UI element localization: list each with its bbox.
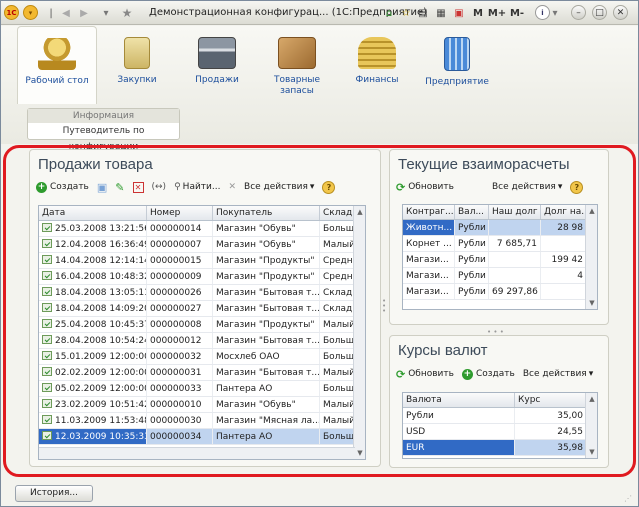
section-label: Рабочий стол — [25, 76, 89, 86]
shopping-bag-icon — [124, 37, 150, 69]
info-icon[interactable]: i — [535, 5, 550, 20]
back-arrow-icon[interactable]: ◀ — [59, 5, 73, 21]
memory-button-m-plus[interactable]: M+ — [488, 5, 506, 21]
dropdown-arrow-icon[interactable]: ▾ — [99, 5, 113, 21]
coins-icon — [358, 37, 396, 69]
minimize-button[interactable]: – — [571, 5, 586, 20]
building-icon — [444, 37, 470, 71]
box-icon — [278, 37, 316, 69]
section-desktop[interactable]: Рабочий стол — [17, 26, 97, 104]
memory-button-m[interactable]: M — [472, 5, 484, 21]
section-label: Финансы — [355, 75, 399, 85]
cash-register-icon — [198, 37, 236, 69]
close-button[interactable]: ✕ — [613, 5, 628, 20]
information-box: Информация Путеводитель по конфигурации — [27, 108, 180, 152]
separator-icon: | — [49, 7, 53, 19]
section-label: Продажи — [195, 75, 239, 85]
memory-button-m-minus[interactable]: M- — [509, 5, 525, 21]
1c-logo-icon[interactable]: 1C — [4, 5, 19, 20]
desk-lamp-icon — [38, 38, 76, 70]
sections-panel: Рабочий стол Закупки Продажи Товарные за… — [1, 26, 638, 152]
home-icon[interactable]: ⌂ — [382, 5, 396, 21]
information-header: Информация — [28, 109, 179, 123]
section-finance[interactable]: Финансы — [337, 26, 417, 104]
favorite-add-icon[interactable]: ☆ — [399, 5, 413, 21]
resize-grip-icon[interactable]: ⋰ — [624, 494, 632, 503]
app-window: 1C ▾ | ◀ ▶ ▾ ★ Демонстрационная конфигур… — [0, 0, 639, 507]
highlight-frame — [3, 145, 636, 477]
history-button[interactable]: История... — [15, 485, 93, 502]
section-enterprise[interactable]: Предприятие — [417, 26, 497, 104]
print-icon[interactable]: ▤ — [416, 5, 430, 21]
calendar-icon[interactable]: ▣ — [452, 5, 466, 21]
maximize-button[interactable]: □ — [592, 5, 607, 20]
favorites-star-icon[interactable]: ★ — [119, 5, 135, 21]
section-inventory[interactable]: Товарные запасы — [257, 26, 337, 104]
section-sales[interactable]: Продажи — [177, 26, 257, 104]
section-purchases[interactable]: Закупки — [97, 26, 177, 104]
section-label: Закупки — [117, 75, 157, 85]
calculator-icon[interactable]: ▦ — [434, 5, 448, 21]
section-label: Товарные запасы — [273, 75, 321, 96]
section-label: Предприятие — [425, 77, 489, 87]
title-bar: 1C ▾ | ◀ ▶ ▾ ★ Демонстрационная конфигур… — [1, 1, 638, 25]
info-dropdown-icon[interactable]: ▾ — [550, 5, 560, 21]
main-menu-icon[interactable]: ▾ — [23, 5, 38, 20]
forward-arrow-icon[interactable]: ▶ — [77, 5, 91, 21]
